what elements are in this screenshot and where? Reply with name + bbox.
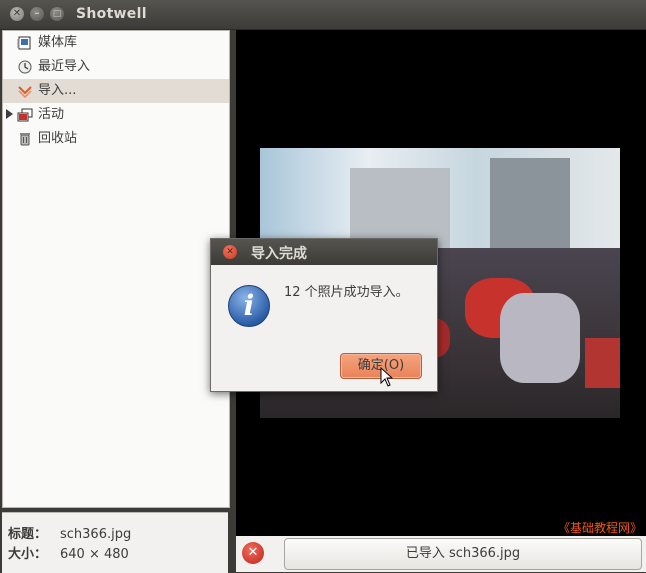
events-icon [17, 108, 33, 122]
mouse-cursor-icon [380, 367, 394, 387]
sidebar-item-library[interactable]: 媒体库 [3, 31, 229, 55]
sidebar-item-label: 最近导入 [38, 59, 91, 74]
expander-arrow-icon[interactable] [6, 109, 13, 119]
watermark: 《基础教程网》 [557, 521, 642, 535]
trash-icon [20, 133, 30, 146]
status-bar: ✕ 已导入 sch366.jpg [236, 536, 646, 572]
dialog-message: 12 个照片成功导入。 [284, 285, 409, 300]
sidebar: 媒体库 最近导入 导入... 活动 回收站 [2, 30, 230, 508]
metadata-title-label: 标题： [8, 527, 48, 542]
import-complete-dialog: ✕ 导入完成 i 12 个照片成功导入。 确定(O) [210, 238, 438, 392]
metadata-size-value: 640 × 480 [60, 547, 129, 562]
window-minimize-button[interactable]: – [30, 7, 44, 21]
sidebar-item-label: 媒体库 [38, 35, 78, 50]
dialog-close-button[interactable]: ✕ [223, 245, 237, 259]
info-icon: i [228, 285, 270, 327]
metadata-panel: 标题： sch366.jpg 大小： 640 × 480 [2, 512, 228, 573]
window-title: Shotwell [76, 6, 147, 22]
recent-import-icon [18, 60, 32, 74]
library-icon [17, 36, 31, 50]
sidebar-item-events[interactable]: 活动 [3, 103, 229, 127]
sidebar-item-trash[interactable]: 回收站 [3, 127, 229, 151]
window-titlebar: ✕ – □ Shotwell [0, 0, 646, 30]
sidebar-item-import[interactable]: 导入... [3, 79, 229, 103]
sidebar-item-label: 活动 [38, 107, 65, 122]
sidebar-item-recent-import[interactable]: 最近导入 [3, 55, 229, 79]
stop-import-button[interactable]: ✕ [242, 542, 264, 564]
metadata-title-value: sch366.jpg [60, 527, 132, 542]
import-icon [18, 86, 32, 98]
metadata-size-row: 大小： 640 × 480 [8, 543, 129, 562]
dialog-titlebar: ✕ 导入完成 [211, 239, 437, 265]
sidebar-item-label: 导入... [38, 83, 77, 98]
sidebar-item-label: 回收站 [38, 131, 78, 146]
metadata-size-label: 大小： [8, 547, 48, 562]
import-progress-bar: 已导入 sch366.jpg [284, 538, 642, 570]
window-maximize-button[interactable]: □ [50, 7, 64, 21]
metadata-title-row: 标题： sch366.jpg [8, 523, 131, 542]
dialog-title: 导入完成 [251, 246, 307, 262]
window-close-button[interactable]: ✕ [10, 7, 24, 21]
